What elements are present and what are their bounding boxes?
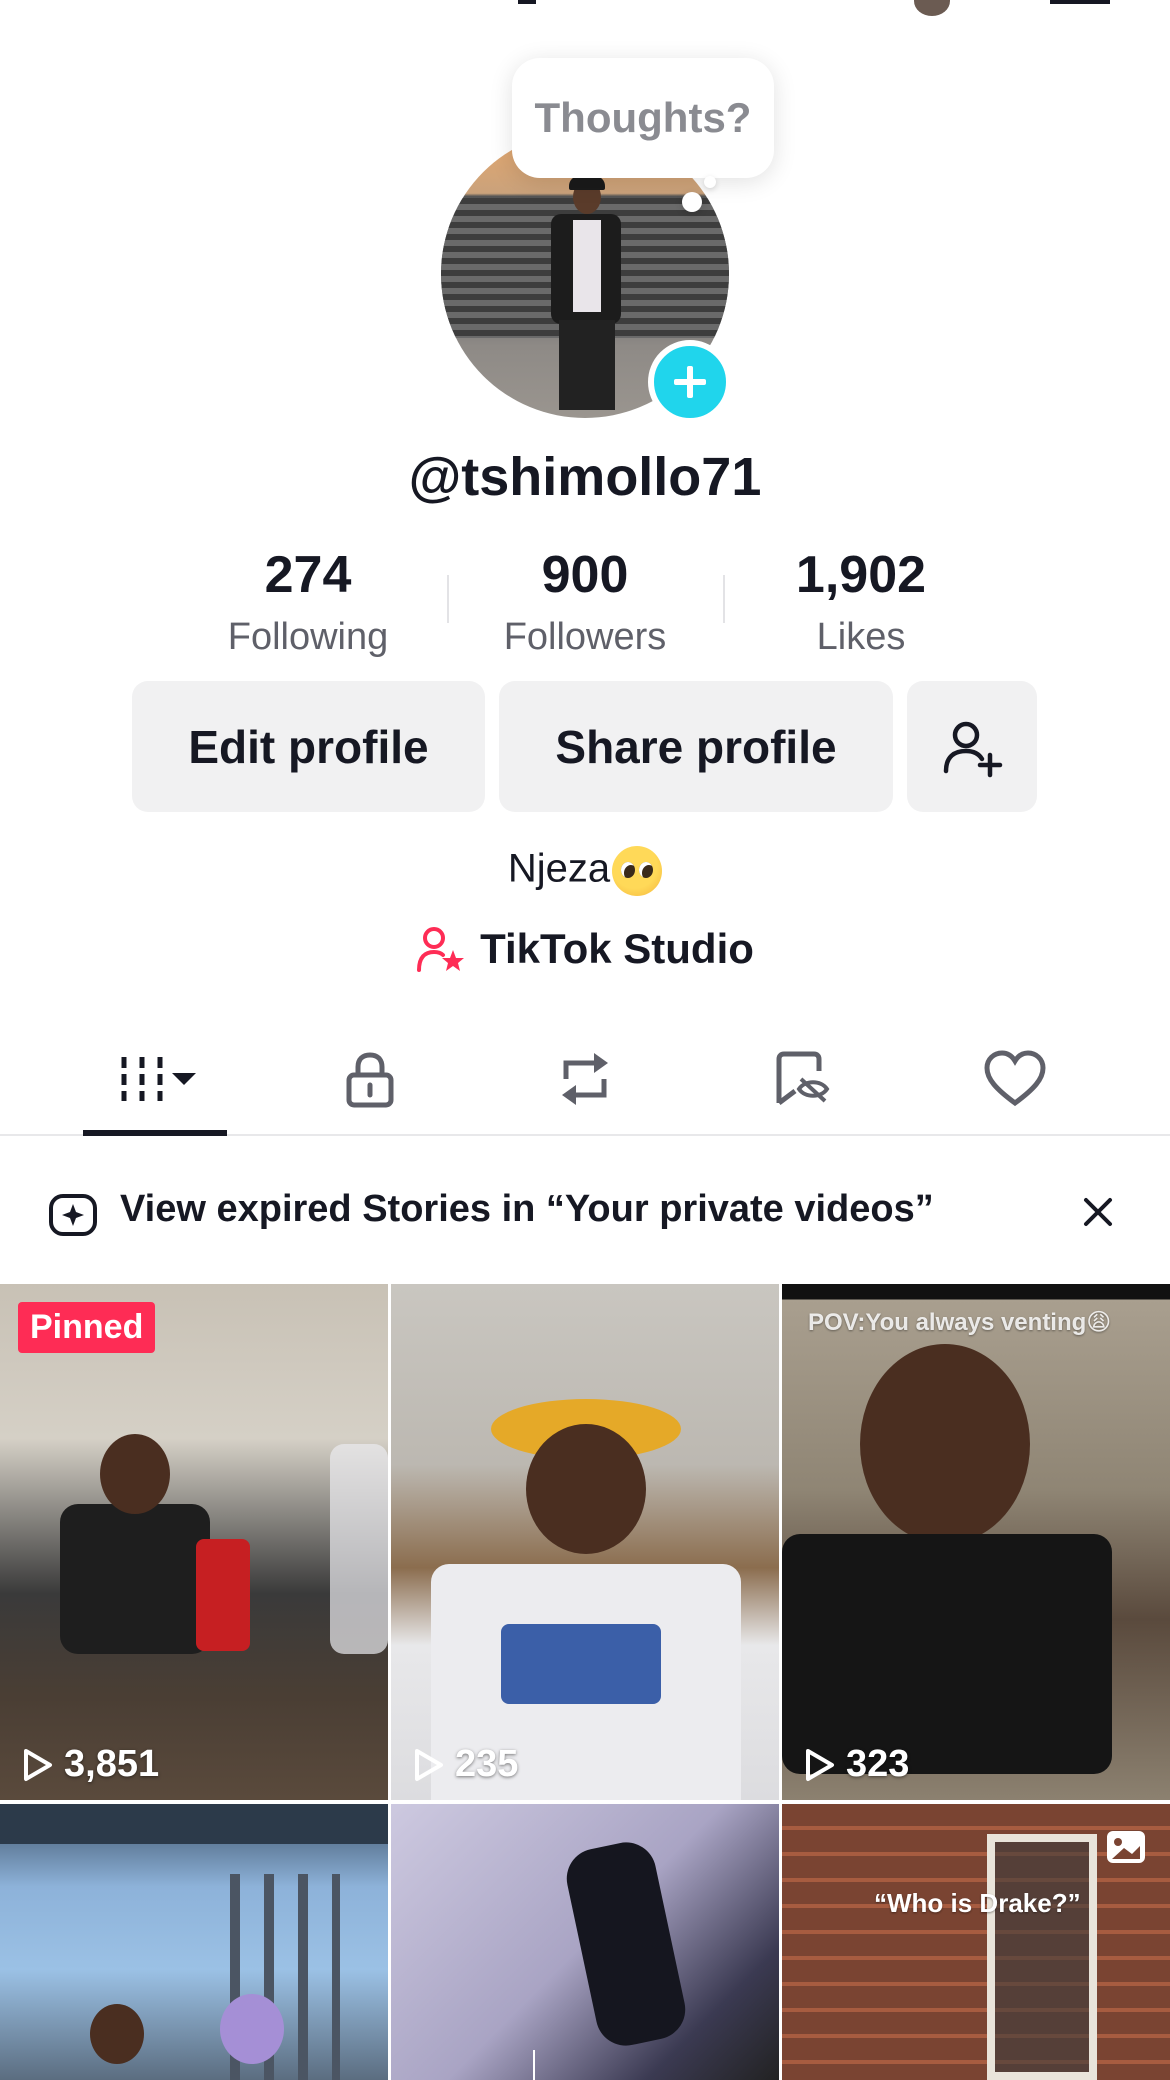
thumbnail-phone <box>196 1539 250 1651</box>
add-user-icon <box>943 721 1003 777</box>
profile-tabs <box>0 1030 1170 1136</box>
thumbnail-bottle <box>330 1444 388 1654</box>
stat-label: Followers <box>503 616 667 658</box>
expired-stories-banner[interactable]: View expired Stories in “Your private vi… <box>0 1148 1170 1280</box>
thumbnail-object <box>561 1836 691 2052</box>
studio-person-star-icon <box>417 927 465 972</box>
view-count: 3,851 <box>18 1743 159 1786</box>
stat-followers[interactable]: 900 Followers <box>465 540 705 662</box>
video-thumbnail[interactable] <box>0 1804 388 2080</box>
tab-videos[interactable] <box>99 1044 209 1114</box>
thumbnail-window <box>987 1834 1097 2080</box>
thumbnail-figure <box>60 1504 210 1654</box>
stat-value: 274 <box>264 546 352 604</box>
view-count: 235 <box>409 1743 518 1786</box>
thumbnail-figure <box>782 1534 1112 1774</box>
video-caption-overlay: “Who is Drake?” <box>874 1888 1081 1918</box>
repost-icon <box>562 1053 608 1105</box>
tab-reposts[interactable] <box>530 1044 640 1114</box>
stat-value: 1,902 <box>795 546 927 604</box>
video-caption-overlay: POV:You always venting😩 <box>808 1309 1112 1336</box>
video-thumbnail[interactable]: “Who is Drake?” <box>782 1804 1170 2080</box>
share-profile-button[interactable]: Share profile <box>499 681 893 812</box>
studio-label: TikTok Studio <box>480 925 754 972</box>
photo-mode-icon <box>1107 1831 1145 1863</box>
stat-value: 900 <box>541 546 629 604</box>
stat-following[interactable]: 274 Following <box>188 540 428 662</box>
active-tab-indicator <box>83 1130 227 1136</box>
lock-icon <box>346 1052 394 1108</box>
username: @tshimollo71 <box>408 447 762 507</box>
thumbnail-mark <box>533 2050 535 2080</box>
sparkle-story-icon <box>49 1194 97 1236</box>
tab-favorites[interactable] <box>746 1044 856 1114</box>
play-icon <box>415 1748 443 1781</box>
pleading-face-emoji-icon <box>612 846 663 896</box>
bio-text: Njeza <box>507 846 611 891</box>
video-thumbnail[interactable]: Pinned 3,851 <box>0 1284 388 1800</box>
tab-liked[interactable] <box>960 1044 1070 1114</box>
tab-private[interactable] <box>315 1044 425 1114</box>
close-icon[interactable] <box>1078 1192 1118 1232</box>
thought-bubble[interactable]: Thoughts? <box>512 58 774 178</box>
thumbnail-figure-head <box>860 1344 1030 1544</box>
stat-label: Likes <box>816 616 906 658</box>
stat-divider <box>723 575 725 623</box>
thumbnail-figure-head <box>90 2004 144 2064</box>
add-story-button[interactable] <box>648 340 732 424</box>
thumbnail-figure-head <box>100 1434 170 1514</box>
thumbnail-figure-head <box>526 1424 646 1554</box>
view-count-value: 3,851 <box>64 1743 160 1785</box>
thumbnail-figure-head <box>220 1994 284 2064</box>
profile-bio: Njeza <box>0 846 1170 896</box>
heart-icon <box>984 1050 1046 1107</box>
add-friends-button[interactable] <box>907 681 1037 812</box>
view-count-value: 323 <box>846 1743 910 1785</box>
avatar-person <box>551 176 621 410</box>
bookmark-hidden-icon <box>776 1051 830 1105</box>
quote-icon[interactable]: ” <box>952 0 980 22</box>
top-bar: ” <box>0 0 1170 22</box>
view-count: 323 <box>800 1743 909 1786</box>
stat-label: Following <box>227 616 389 658</box>
video-thumbnail[interactable]: POV:You always venting😩 323 <box>782 1284 1170 1800</box>
tiktok-studio-link[interactable]: TikTok Studio <box>0 924 1170 974</box>
thought-bubble-tail-small <box>704 176 716 188</box>
stat-likes[interactable]: 1,902 Likes <box>741 540 981 662</box>
menu-icon[interactable] <box>1050 0 1110 4</box>
view-count-value: 235 <box>455 1743 519 1785</box>
thumbnail-shirt-print <box>501 1624 661 1704</box>
play-icon <box>24 1748 52 1781</box>
banner-text: View expired Stories in “Your private vi… <box>120 1188 934 1230</box>
thumbnail-roof <box>0 1804 388 1844</box>
stat-divider <box>447 575 449 623</box>
top-bar-indicator <box>518 0 536 4</box>
pinned-badge: Pinned <box>18 1302 156 1353</box>
video-thumbnail[interactable]: 235 <box>391 1284 779 1800</box>
video-grid: Pinned 3,851 235 POV:You always venting😩… <box>0 1284 1170 2080</box>
play-icon <box>806 1748 834 1781</box>
video-thumbnail[interactable] <box>391 1804 779 2080</box>
profile-stats: 274 Following 900 Followers 1,902 Likes <box>0 540 1170 660</box>
videos-grid-icon <box>121 1057 196 1101</box>
thought-bubble-tail <box>682 192 702 212</box>
edit-profile-button[interactable]: Edit profile <box>132 681 485 812</box>
account-switcher-avatar[interactable] <box>914 0 950 16</box>
